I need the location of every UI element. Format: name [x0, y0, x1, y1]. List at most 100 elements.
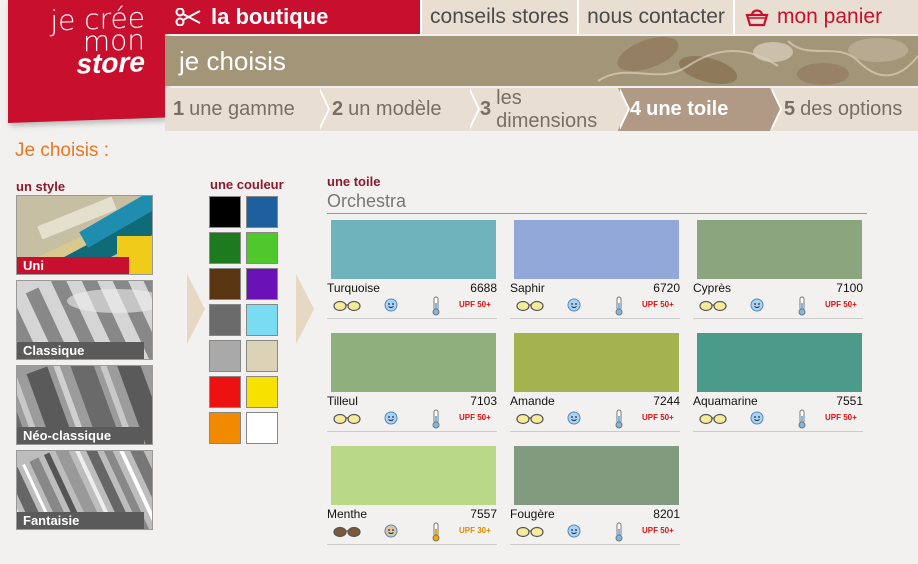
- fabric-swatch[interactable]: [514, 446, 679, 505]
- fabric-swatch[interactable]: [514, 220, 679, 279]
- fabric-card[interactable]: Tilleul 7103 UPF 50+: [327, 333, 497, 451]
- fabric-card[interactable]: Aquamarine 7551 UPF 50+: [693, 333, 863, 451]
- fabric-features: UPF 50+: [510, 522, 680, 542]
- fabric-name: Menthe: [327, 507, 368, 521]
- upf-rating-badge: UPF 50+: [825, 413, 857, 422]
- fabric-swatch[interactable]: [697, 220, 862, 279]
- fabric-swatch[interactable]: [514, 333, 679, 392]
- fabric-code: 6688: [470, 281, 497, 295]
- toile-section-label: une toile: [327, 174, 381, 189]
- color-swatch[interactable]: [209, 340, 241, 372]
- nav-conseils-stores[interactable]: conseils stores: [420, 0, 577, 34]
- fabric-name: Fougère: [510, 507, 555, 521]
- fabric-code: 7557: [470, 507, 497, 521]
- fabric-name: Saphir: [510, 281, 545, 295]
- step-dimensions[interactable]: 3 les dimensions: [468, 86, 630, 132]
- fabric-name: Tilleul: [327, 394, 358, 408]
- fabric-name: Amande: [510, 394, 555, 408]
- fabric-card[interactable]: Turquoise 6688 UPF 50+: [327, 220, 497, 338]
- upf-rating-badge: UPF 50+: [825, 300, 857, 309]
- color-swatch[interactable]: [246, 376, 278, 408]
- divider: [327, 544, 497, 545]
- color-swatch[interactable]: [209, 376, 241, 408]
- color-swatch[interactable]: [209, 268, 241, 300]
- step-label: un modèle: [348, 98, 442, 120]
- divider: [327, 213, 867, 214]
- step-modele[interactable]: 2 un modèle: [318, 88, 480, 131]
- fabric-swatch[interactable]: [697, 333, 862, 392]
- fabric-name: Aquamarine: [693, 394, 758, 408]
- fabric-features: UPF 30+: [327, 522, 497, 542]
- step-arrow: [296, 274, 314, 344]
- fabric-card[interactable]: Amande 7244 UPF 50+: [510, 333, 680, 451]
- smiley-icon: [567, 411, 581, 430]
- fabric-swatch[interactable]: [331, 220, 496, 279]
- divider: [693, 318, 863, 319]
- color-swatch[interactable]: [246, 412, 278, 444]
- banner-decoration: [597, 36, 918, 85]
- step-number: 2: [332, 98, 344, 120]
- color-swatch[interactable]: [209, 304, 241, 336]
- style-section-label: un style: [16, 179, 66, 194]
- fabric-code: 6720: [653, 281, 680, 295]
- fabric-name: Turquoise: [327, 281, 380, 295]
- fabric-card[interactable]: Saphir 6720 UPF 50+: [510, 220, 680, 338]
- upf-rating-badge: UPF 50+: [642, 526, 674, 535]
- style-classique[interactable]: Classique: [16, 280, 153, 360]
- style-neo-classique[interactable]: Néo-classique: [16, 365, 153, 445]
- fabric-card[interactable]: Menthe 7557 UPF 30+: [327, 446, 497, 564]
- smiley-icon: [750, 298, 764, 317]
- step-gamme[interactable]: 1 une gamme: [165, 88, 330, 131]
- fabric-card[interactable]: Cyprès 7100 UPF 50+: [693, 220, 863, 338]
- color-swatch[interactable]: [246, 268, 278, 300]
- nav-boutique[interactable]: la boutique: [165, 0, 420, 34]
- smiley-icon: [384, 411, 398, 430]
- smiley-icon: [750, 411, 764, 430]
- fabric-name: Cyprès: [693, 281, 732, 295]
- divider: [510, 318, 680, 319]
- color-swatch[interactable]: [209, 232, 241, 264]
- nav-contact[interactable]: nous contacter: [577, 0, 733, 34]
- step-label: les dimensions: [496, 86, 598, 132]
- step-options[interactable]: 5 des options: [770, 88, 918, 131]
- fabric-card[interactable]: Fougère 8201 UPF 50+: [510, 446, 680, 564]
- smiley-icon: [567, 524, 581, 543]
- logo-line-3: store: [76, 46, 145, 80]
- sunglasses-icon: [699, 412, 727, 430]
- nav-panier-label: mon panier: [777, 5, 883, 28]
- fabric-swatch[interactable]: [331, 446, 496, 505]
- style-neo-classique-label: Néo-classique: [17, 427, 144, 444]
- step-label: une gamme: [189, 98, 295, 120]
- basket-icon: [745, 7, 769, 27]
- top-navigation: la boutique conseils stores nous contact…: [165, 0, 918, 34]
- step-toile[interactable]: 4 une toile: [618, 88, 782, 131]
- site-logo[interactable]: je crée mon store: [8, 0, 165, 123]
- style-uni[interactable]: Uni: [16, 195, 153, 275]
- color-swatch[interactable]: [209, 196, 241, 228]
- color-swatch[interactable]: [246, 232, 278, 264]
- upf-rating-badge: UPF 30+: [459, 526, 491, 535]
- sunglasses-icon: [333, 525, 361, 543]
- color-swatch[interactable]: [246, 196, 278, 228]
- fabric-features: UPF 50+: [327, 409, 497, 429]
- fabric-swatch[interactable]: [331, 333, 496, 392]
- step-number: 3: [480, 98, 492, 120]
- sunglasses-icon: [333, 299, 361, 317]
- fabric-code: 7103: [470, 394, 497, 408]
- divider: [510, 431, 680, 432]
- banner-title: je choisis: [179, 46, 286, 76]
- color-swatch[interactable]: [246, 340, 278, 372]
- color-section-label: une couleur: [210, 177, 284, 192]
- divider: [510, 544, 680, 545]
- style-fantaisie[interactable]: Fantaisie: [16, 450, 153, 530]
- nav-contact-label: nous contacter: [587, 5, 725, 28]
- step-label: des options: [800, 98, 903, 120]
- nav-conseils-label: conseils stores: [430, 5, 569, 28]
- color-swatch[interactable]: [246, 304, 278, 336]
- nav-panier[interactable]: mon panier: [733, 0, 918, 34]
- fabric-features: UPF 50+: [327, 296, 497, 316]
- toile-collection-name: Orchestra: [327, 191, 407, 211]
- style-uni-label: Uni: [17, 257, 129, 274]
- style-classique-label: Classique: [17, 342, 144, 359]
- color-swatch[interactable]: [209, 412, 241, 444]
